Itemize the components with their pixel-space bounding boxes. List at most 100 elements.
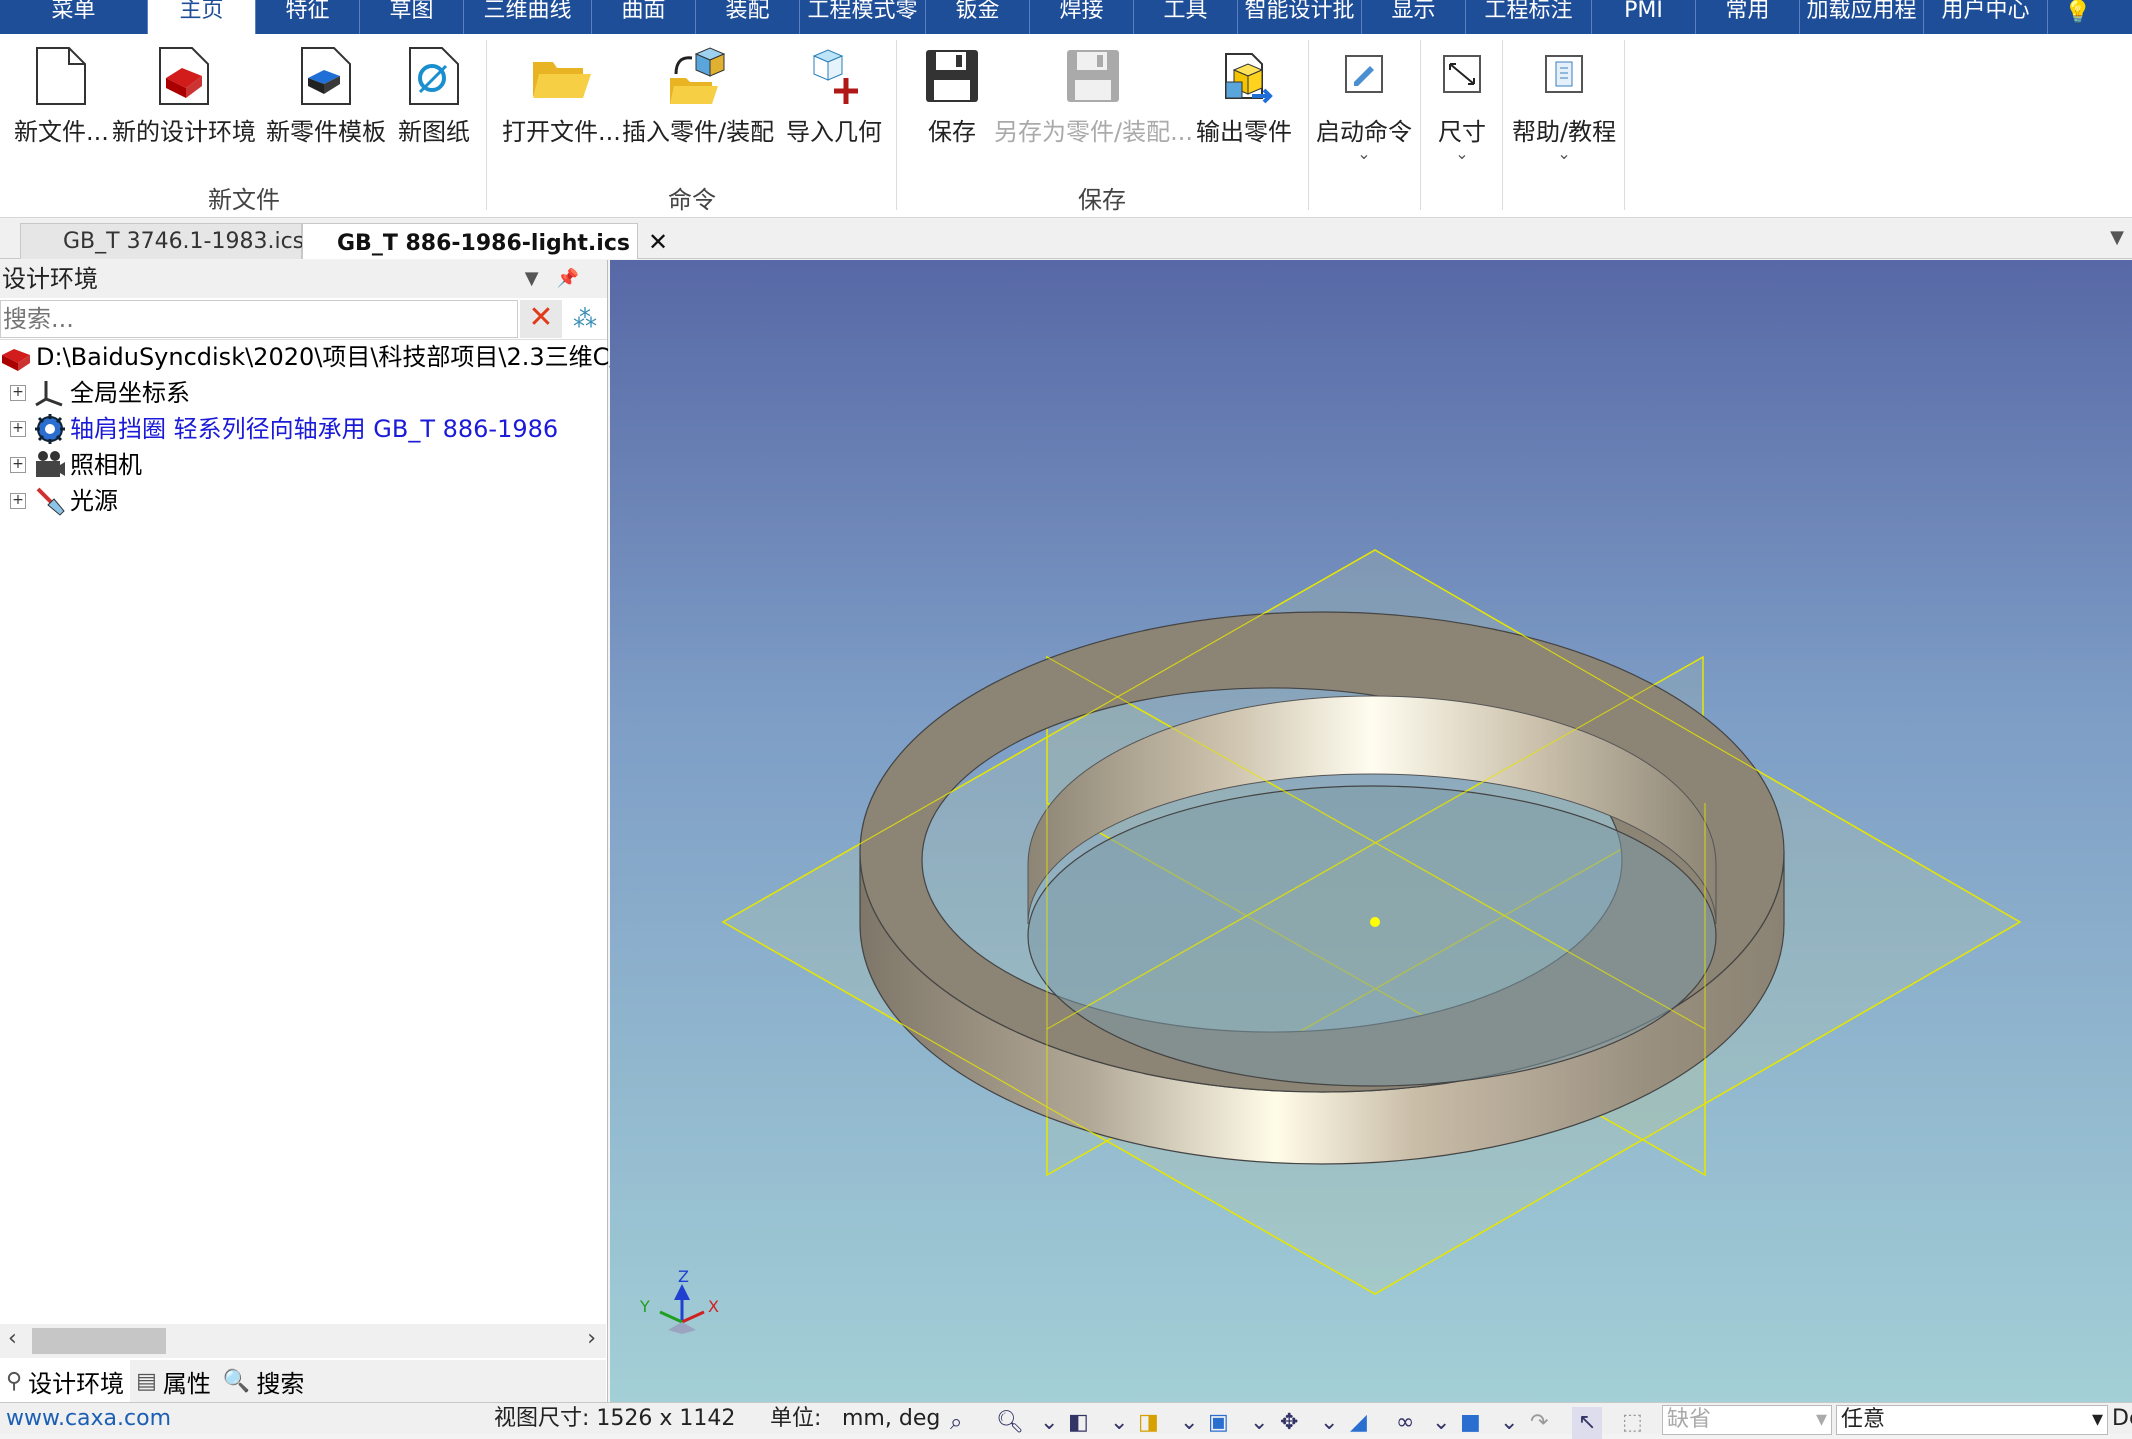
menu-tab-welding[interactable]: 焊接: [1030, 0, 1134, 34]
pointer-icon[interactable]: ↖: [1572, 1407, 1603, 1439]
tree-root[interactable]: D:\BaiduSyncdisk\2020\项目\科技部项目\2.3三维C/: [0, 340, 618, 374]
ribbon: 新文件... 新的设计环境 新零件模板 新图纸 新文件 打开文件... 插入零件…: [0, 34, 2132, 218]
selection-mode-combo[interactable]: 任意 ▾: [1836, 1405, 2108, 1435]
pin-icon[interactable]: 📌: [557, 268, 597, 289]
new-design-env-button[interactable]: 新的设计环境: [112, 44, 256, 147]
tree-icon: ⚲: [6, 1368, 23, 1394]
menu-tab-engineering-mode[interactable]: 工程模式零: [800, 0, 926, 34]
bottom-tab-properties[interactable]: ▤ 属性: [130, 1364, 217, 1399]
group-separator: [1308, 40, 1309, 210]
new-file-label: 新文件...: [14, 118, 109, 146]
chevron-down-icon[interactable]: ▼: [2110, 227, 2124, 248]
group-label-save: 保存: [1078, 186, 1126, 214]
menu-tab-display[interactable]: 显示: [1362, 0, 1466, 34]
dimension-button[interactable]: 尺寸 ⌄: [1438, 44, 1486, 163]
chevron-left-icon[interactable]: ‹: [8, 1326, 17, 1351]
tree-item-light[interactable]: + 光源: [0, 484, 118, 518]
floppy-disk-icon: [926, 50, 978, 102]
doc-tab-gb-t-886[interactable]: GB_T 886-1986-light.ics ✕: [302, 223, 668, 259]
help-tutorial-button[interactable]: 帮助/教程 ⌄: [1512, 44, 1616, 162]
save-button[interactable]: 保存: [920, 44, 984, 147]
search-icon[interactable]: 🔍︎: [996, 1407, 1024, 1439]
bottom-tab-search[interactable]: 🔍 搜索: [217, 1364, 310, 1399]
chevron-down-icon[interactable]: ⌄: [1250, 1407, 1268, 1439]
menu-tab-load-app[interactable]: 加载应用程: [1800, 0, 1924, 34]
tree-item-label: 光源: [70, 487, 118, 515]
box-icon[interactable]: ▣: [1208, 1407, 1229, 1439]
import-geometry-button[interactable]: 导入几何: [786, 44, 882, 147]
menu-tab-common[interactable]: 常用: [1696, 0, 1800, 34]
search-options-icon[interactable]: ⁂: [566, 300, 604, 338]
close-icon[interactable]: ✕: [648, 228, 668, 256]
start-command-button[interactable]: 启动命令 ⌄: [1316, 44, 1412, 162]
bottom-tab-design-env[interactable]: ⚲ 设计环境: [0, 1360, 131, 1402]
doc-tab-label: GB_T 3746.1-1983.ics: [63, 229, 305, 254]
menu-tab-tools[interactable]: 工具: [1134, 0, 1238, 34]
3d-viewport[interactable]: Z X Y: [610, 260, 2132, 1402]
render-mode-icon[interactable]: ◨: [1138, 1407, 1159, 1439]
insert-part-button[interactable]: 插入零件/装配: [622, 44, 774, 147]
search-input[interactable]: [0, 300, 518, 338]
chevron-down-icon[interactable]: ⌄: [1110, 1407, 1128, 1439]
chevron-down-icon[interactable]: ⌄: [1320, 1407, 1338, 1439]
status-trailing-text: De: [2112, 1406, 2132, 1431]
unit-label: 单位:: [770, 1406, 822, 1431]
website-link[interactable]: www.caxa.com: [6, 1403, 171, 1435]
open-file-label: 打开文件...: [502, 118, 621, 146]
menu-tab-menu[interactable]: 菜单: [0, 0, 148, 34]
menu-tab-home[interactable]: 主页: [148, 0, 256, 34]
dimension-label: 尺寸: [1438, 118, 1486, 146]
export-part-icon: [1225, 53, 1273, 104]
clear-search-icon[interactable]: ✕: [520, 300, 562, 338]
chevron-down-icon[interactable]: ▼: [525, 268, 557, 289]
open-file-button[interactable]: 打开文件...: [502, 44, 621, 147]
menu-tab-sheet-metal[interactable]: 钣金: [926, 0, 1030, 34]
chevron-right-icon[interactable]: ›: [587, 1326, 596, 1351]
select-box-icon[interactable]: ⬚: [1622, 1407, 1643, 1439]
redo-icon[interactable]: ↷: [1530, 1407, 1548, 1439]
expand-icon[interactable]: +: [10, 421, 26, 437]
save-label: 保存: [928, 118, 976, 146]
zoom-icon[interactable]: ⌕: [950, 1407, 962, 1439]
menu-tab-feature[interactable]: 特征: [256, 0, 360, 34]
tree-item-camera[interactable]: + 照相机: [0, 448, 142, 482]
lightbulb-icon[interactable]: 💡: [2048, 0, 2108, 34]
save-as-part-button[interactable]: 另存为零件/装配...: [994, 44, 1193, 147]
scrollbar-thumb[interactable]: [32, 1328, 166, 1354]
cube-icon[interactable]: ■: [1460, 1407, 1481, 1439]
section-icon[interactable]: ◢: [1350, 1407, 1367, 1439]
doc-tab-gb-t-3746[interactable]: GB_T 3746.1-1983.ics: [20, 223, 305, 259]
chevron-down-icon[interactable]: ⌄: [1500, 1407, 1518, 1439]
unit-value[interactable]: mm, deg: [842, 1403, 940, 1435]
chevron-down-icon[interactable]: ⌄: [1040, 1407, 1058, 1439]
new-part-template-button[interactable]: 新零件模板: [266, 44, 386, 147]
tree-item-global-coords[interactable]: + 全局坐标系: [0, 376, 190, 410]
tree-item-part[interactable]: + 轴肩挡圈 轻系列径向轴承用 GB_T 886-1986: [0, 412, 558, 446]
orbit-icon[interactable]: ✥: [1280, 1407, 1298, 1439]
menu-tab-pmi[interactable]: PMI: [1592, 0, 1696, 34]
new-file-button[interactable]: 新文件...: [14, 44, 109, 147]
menu-tab-sketch[interactable]: 草图: [360, 0, 464, 34]
new-drawing-button[interactable]: 新图纸: [398, 44, 470, 147]
menu-tab-3d-curve[interactable]: 三维曲线: [464, 0, 592, 34]
filter-combo[interactable]: 缺省 ▾: [1662, 1405, 1832, 1435]
chevron-down-icon[interactable]: ⌄: [1432, 1407, 1450, 1439]
group-separator: [1624, 40, 1625, 210]
axis-x-label: X: [708, 1297, 719, 1316]
start-command-label: 启动命令: [1316, 118, 1412, 146]
origin-point: [1370, 917, 1380, 927]
menu-tab-annotation[interactable]: 工程标注: [1466, 0, 1592, 34]
menu-tab-surface[interactable]: 曲面: [592, 0, 696, 34]
horizontal-scrollbar[interactable]: ‹ ›: [0, 1324, 606, 1358]
menu-tab-user-center[interactable]: 用户中心: [1924, 0, 2048, 34]
expand-icon[interactable]: +: [10, 385, 26, 401]
chevron-down-icon[interactable]: ⌄: [1180, 1407, 1198, 1439]
export-part-button[interactable]: 输出零件: [1196, 44, 1292, 147]
expand-icon[interactable]: +: [10, 493, 26, 509]
expand-icon[interactable]: +: [10, 457, 26, 473]
chevron-down-icon: ⌄: [1455, 144, 1469, 163]
menu-tab-smart-design[interactable]: 智能设计批: [1238, 0, 1362, 34]
view-cube-icon[interactable]: ◧: [1068, 1407, 1089, 1439]
glasses-icon[interactable]: ∞: [1396, 1407, 1414, 1439]
menu-tab-assembly[interactable]: 装配: [696, 0, 800, 34]
